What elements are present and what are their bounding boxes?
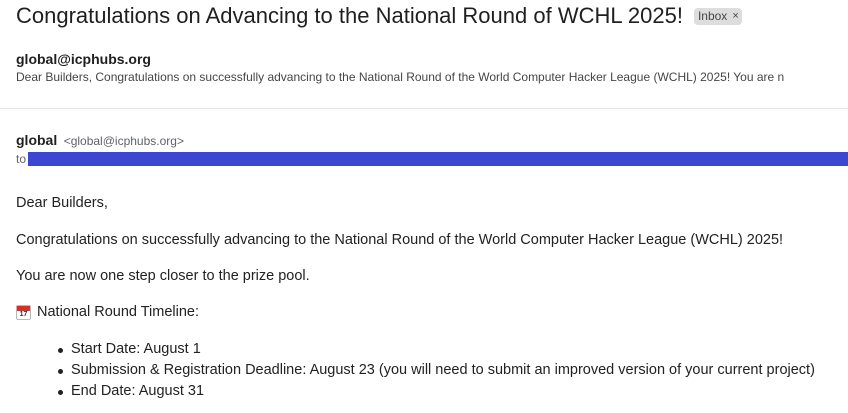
timeline-heading: National Round Timeline: — [37, 304, 200, 320]
recipients-redaction-bar — [28, 152, 848, 166]
message-header: global <global@icphubs.org> to — [16, 131, 848, 167]
email-view: Congratulations on Advancing to the Nati… — [0, 0, 848, 413]
timeline-list: Start Date: August 1 Submission & Regist… — [16, 339, 815, 402]
remove-label-icon[interactable]: × — [732, 11, 738, 22]
thread-sender: global@icphubs.org — [16, 51, 151, 67]
email-subject: Congratulations on Advancing to the Nati… — [16, 3, 683, 28]
timeline-item-deadline: Submission & Registration Deadline: Augu… — [16, 360, 815, 381]
greeting-text: Dear Builders, — [16, 195, 108, 211]
collapsed-thread-message[interactable]: global@icphubs.org Dear Builders, Congra… — [16, 50, 848, 85]
timeline-item-start: Start Date: August 1 — [16, 339, 815, 360]
calendar-icon: 17 — [16, 304, 31, 320]
congratulations-text: Congratulations on successfully advancin… — [16, 232, 784, 248]
recipients-line[interactable]: to — [16, 151, 848, 167]
inbox-label-text: Inbox — [697, 9, 728, 23]
thread-divider — [0, 108, 848, 109]
prize-pool-text: You are now one step closer to the prize… — [16, 268, 310, 284]
subject-row: Congratulations on Advancing to the Nati… — [16, 2, 742, 30]
timeline-item-end: End Date: August 31 — [16, 381, 815, 402]
sender-name[interactable]: global — [16, 132, 57, 148]
timeline-heading-row: 17 National Round Timeline: — [16, 302, 199, 322]
sender-email: <global@icphubs.org> — [63, 134, 184, 148]
calendar-icon-number: 17 — [19, 310, 28, 318]
thread-snippet: Dear Builders, Congratulations on succes… — [16, 70, 785, 84]
inbox-label-chip[interactable]: Inbox × — [693, 8, 742, 25]
to-prefix: to — [16, 152, 27, 166]
